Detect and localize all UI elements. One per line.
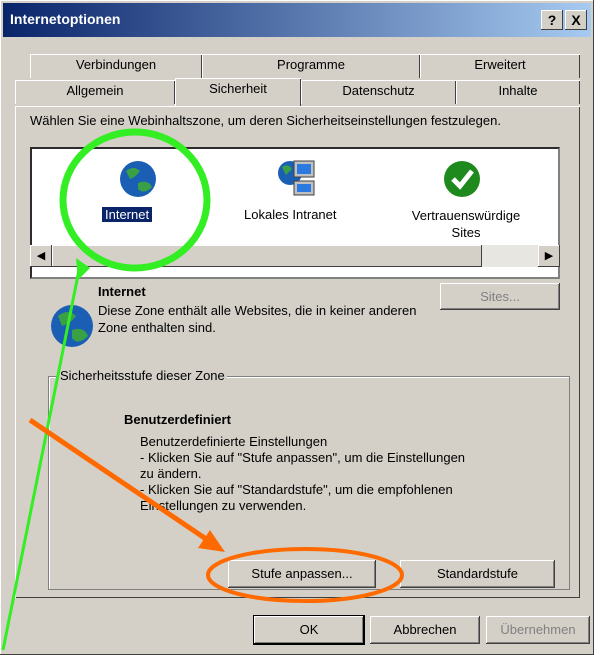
globe-icon xyxy=(51,305,93,347)
tab-sicherheit[interactable]: Sicherheit xyxy=(175,78,301,106)
help-button[interactable]: ? xyxy=(541,10,563,30)
description-line: - Klicken Sie auf "Stufe anpassen", um d… xyxy=(140,450,466,465)
zone-label-intranet: Lokales Intranet xyxy=(244,207,337,222)
green-check-icon xyxy=(444,161,480,197)
sites-button[interactable]: Sites... xyxy=(440,283,560,310)
zone-item-trusted[interactable]: Vertrauenswürdige Sites xyxy=(392,149,542,249)
custom-level-button[interactable]: Stufe anpassen... xyxy=(228,560,376,588)
security-level-description: Benutzerdefinierte Einstellungen - Klick… xyxy=(140,434,465,514)
tab-erweitert[interactable]: Erweitert xyxy=(420,54,580,78)
zone-detail-description: Diese Zone enthält alle Websites, die in… xyxy=(98,303,417,335)
cancel-button[interactable]: Abbrechen xyxy=(370,616,480,644)
scroll-thumb[interactable] xyxy=(52,245,482,267)
internet-options-window: Internetoptionen ? X Verbindungen Progra… xyxy=(0,0,594,655)
globe-icon xyxy=(120,161,156,197)
tab-datenschutz[interactable]: Datenschutz xyxy=(301,80,456,104)
zone-label-internet: Internet xyxy=(100,206,154,223)
title-bar: Internetoptionen ? X xyxy=(3,3,591,37)
zone-item-internet[interactable]: Internet xyxy=(92,149,184,245)
apply-button[interactable]: Übernehmen xyxy=(486,616,590,644)
security-level-heading: Benutzerdefiniert xyxy=(124,412,231,427)
zone-detail-title: Internet xyxy=(98,284,146,299)
description-line: Benutzerdefinierte Einstellungen xyxy=(140,434,328,449)
tab-allgemein[interactable]: Allgemein xyxy=(15,80,175,104)
scroll-right-icon[interactable]: ▶ xyxy=(538,245,560,267)
tab-programme[interactable]: Programme xyxy=(202,54,420,78)
scroll-left-icon[interactable]: ◀ xyxy=(30,245,52,267)
description-line: Einstellungen zu verwenden. xyxy=(140,498,307,513)
tab-inhalte[interactable]: Inhalte xyxy=(456,80,580,104)
zone-horizontal-scrollbar[interactable]: ◀ ▶ xyxy=(30,245,560,267)
tab-verbindungen[interactable]: Verbindungen xyxy=(30,54,202,78)
zone-label-trusted: Vertrauenswürdige Sites xyxy=(411,208,521,240)
window-title: Internetoptionen xyxy=(10,11,121,27)
ok-button[interactable]: OK xyxy=(254,616,364,644)
zone-item-intranet[interactable]: Lokales Intranet xyxy=(232,149,362,245)
description-line: zu ändern. xyxy=(140,466,202,481)
close-button[interactable]: X xyxy=(565,10,587,30)
zone-intro-text: Wählen Sie eine Webinhaltszone, um deren… xyxy=(30,113,501,128)
intranet-computer-icon xyxy=(278,160,315,196)
description-line: - Klicken Sie auf "Standardstufe", um di… xyxy=(140,482,453,497)
default-level-button[interactable]: Standardstufe xyxy=(400,560,555,588)
security-level-label: Sicherheitsstufe dieser Zone xyxy=(58,368,227,383)
